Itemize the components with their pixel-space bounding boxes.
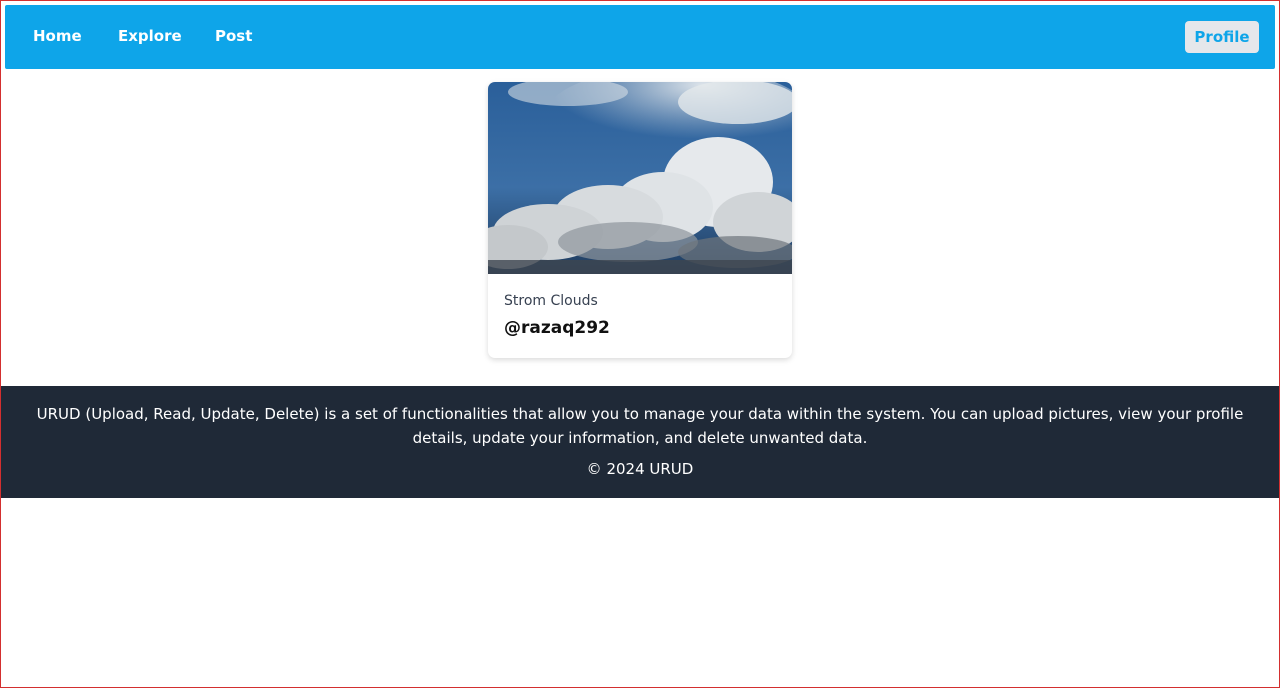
nav-post-link[interactable]: Post (215, 27, 252, 45)
footer-copyright: © 2024 URUD (586, 460, 694, 478)
footer-description: URUD (Upload, Read, Update, Delete) is a… (36, 405, 1244, 447)
footer: URUD (Upload, Read, Update, Delete) is a… (1, 386, 1279, 498)
nav-home-link[interactable]: Home (33, 27, 82, 45)
post-title: Strom Clouds (504, 293, 598, 309)
profile-button[interactable]: Profile (1185, 21, 1259, 53)
post-username[interactable]: @razaq292 (504, 318, 610, 338)
navbar: Home Explore Post Profile (5, 5, 1275, 69)
post-card[interactable]: Strom Clouds @razaq292 (488, 82, 792, 358)
post-image[interactable] (488, 82, 792, 274)
nav-explore-link[interactable]: Explore (118, 27, 182, 45)
